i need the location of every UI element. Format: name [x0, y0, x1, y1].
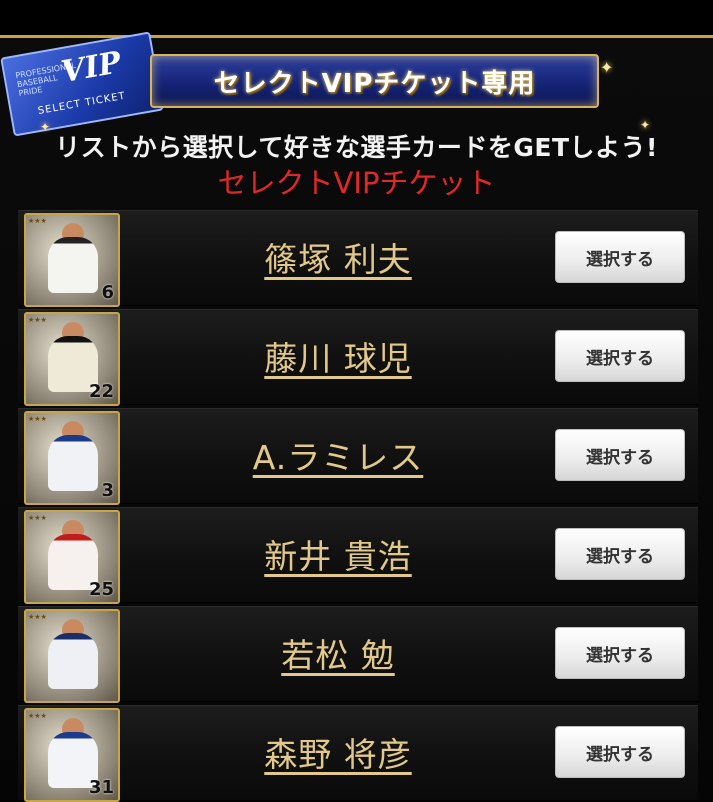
player-name-link[interactable]: 森野 将彦	[158, 728, 518, 776]
ticket-small-text: PROFESSIONAL BASEBALL PRIDE	[14, 60, 77, 99]
uniform-number: 25	[88, 579, 114, 600]
ticket-vip-text: VIP	[58, 45, 124, 91]
uniform-number: 22	[88, 381, 114, 402]
player-row: ★★★ 25 新井 貴浩 選択する	[18, 507, 698, 604]
player-row: ★★★ 31 森野 将彦 選択する	[18, 705, 698, 802]
card-crest-icon: ★★★	[28, 613, 47, 621]
instruction-text: リストから選択して好きな選手カードをGETしよう!	[55, 133, 658, 162]
uniform-number: 31	[88, 777, 114, 798]
player-name-link[interactable]: 新井 貴浩	[158, 530, 518, 578]
select-button[interactable]: 選択する	[555, 231, 685, 283]
player-name-link[interactable]: A.ラミレス	[158, 431, 518, 479]
select-button[interactable]: 選択する	[555, 726, 685, 778]
select-button[interactable]: 選択する	[555, 330, 685, 382]
select-button[interactable]: 選択する	[555, 429, 685, 481]
subtitle-text: セレクトVIPチケット	[217, 166, 496, 200]
player-name-link[interactable]: 藤川 球児	[158, 332, 518, 380]
player-row: ★★★ 3 A.ラミレス 選択する	[18, 408, 698, 505]
card-crest-icon: ★★★	[28, 217, 47, 225]
player-card-image[interactable]: ★★★ 31	[24, 708, 120, 802]
player-row: ★★★ 若松 勉選択する	[18, 606, 698, 703]
player-name-link[interactable]: 篠塚 利夫	[158, 233, 518, 281]
player-row: ★★★ 22 藤川 球児 選択する	[18, 309, 698, 406]
card-crest-icon: ★★★	[28, 316, 47, 324]
ticket-select-text: SELECT TICKET	[37, 90, 127, 117]
player-card-image[interactable]: ★★★ 22	[24, 312, 120, 406]
player-uniform	[48, 633, 98, 689]
sparkle-icon: ✦	[600, 58, 614, 77]
banner-title: セレクトVIPチケット専用	[213, 68, 536, 99]
card-crest-icon: ★★★	[28, 712, 47, 720]
select-button[interactable]: 選択する	[555, 627, 685, 679]
player-card-image[interactable]: ★★★	[24, 609, 120, 703]
card-crest-icon: ★★★	[28, 514, 47, 522]
player-card-image[interactable]: ★★★ 3	[24, 411, 120, 505]
player-row: ★★★ 6 篠塚 利夫 選択する	[18, 210, 698, 307]
player-uniform	[48, 435, 98, 491]
title-banner: セレクトVIPチケット専用	[150, 54, 599, 108]
uniform-number: 3	[101, 480, 114, 501]
uniform-number: 6	[101, 282, 114, 303]
player-card-image[interactable]: ★★★ 6	[24, 213, 120, 307]
player-uniform	[48, 237, 98, 293]
select-button[interactable]: 選択する	[555, 528, 685, 580]
card-crest-icon: ★★★	[28, 415, 47, 423]
player-card-image[interactable]: ★★★ 25	[24, 510, 120, 604]
player-name-link[interactable]: 若松 勉	[158, 629, 518, 677]
